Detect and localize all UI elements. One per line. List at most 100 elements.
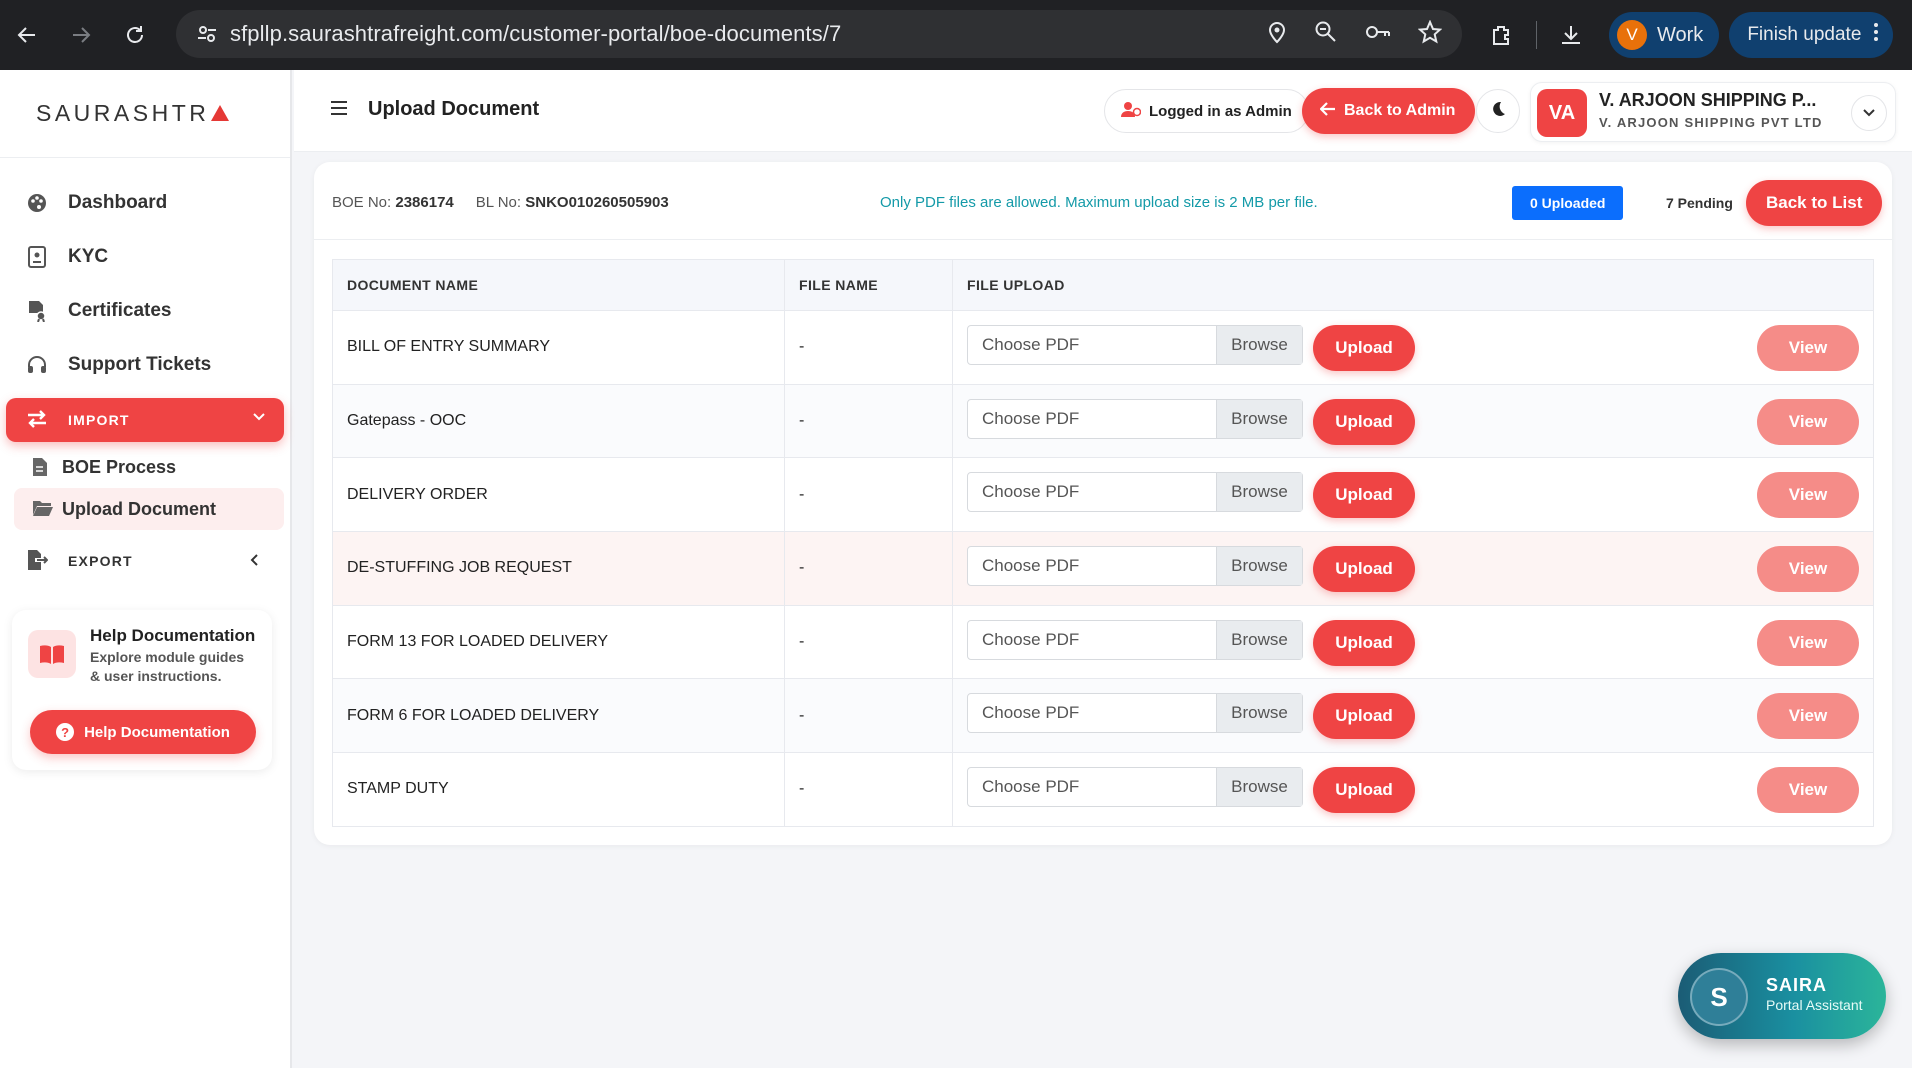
forward-arrow-icon[interactable] — [54, 0, 108, 70]
chevron-left-icon — [248, 553, 262, 570]
file-name-cell: - — [784, 457, 953, 533]
user-name: V. ARJOON SHIPPING P... — [1599, 90, 1817, 110]
help-card: Help Documentation Explore module guides… — [12, 610, 272, 770]
browse-button[interactable]: Browse — [1216, 399, 1302, 438]
view-button[interactable]: View — [1757, 398, 1859, 445]
sidebar-item-export[interactable]: EXPORT — [0, 534, 290, 588]
file-input[interactable]: Choose PDF Browse — [967, 619, 1303, 660]
documents-table: DOCUMENT NAME FILE NAME FILE UPLOAD BILL… — [332, 259, 1874, 827]
user-menu[interactable]: VA V. ARJOON SHIPPING P... V. ARJOON SHI… — [1530, 82, 1896, 142]
finish-update-button[interactable]: Finish update — [1729, 12, 1894, 58]
table-row: FORM 6 FOR LOADED DELIVERY - Choose PDF Bro… — [332, 678, 1874, 754]
file-input[interactable]: Choose PDF Browse — [967, 693, 1303, 734]
hamburger-menu-icon[interactable] — [330, 100, 348, 121]
back-arrow-icon[interactable] — [0, 0, 54, 70]
download-icon[interactable] — [1543, 0, 1599, 70]
exchange-arrows-icon — [26, 409, 48, 432]
key-icon[interactable] — [1364, 20, 1392, 49]
file-input-placeholder[interactable]: Choose PDF — [968, 473, 1216, 511]
folder-open-icon — [32, 499, 54, 522]
upload-button[interactable]: Upload — [1313, 398, 1415, 445]
bl-label: BL No: — [475, 194, 522, 211]
url-text[interactable]: sfpllp.saurashtrafreight.com/customer-po… — [230, 21, 841, 47]
upload-button[interactable]: Upload — [1313, 767, 1415, 814]
column-header-file-name: FILE NAME — [784, 259, 953, 311]
upload-button[interactable]: Upload — [1313, 472, 1415, 519]
browse-button[interactable]: Browse — [1216, 620, 1302, 659]
brand-logo[interactable]: SAURASHTR — [0, 70, 290, 158]
file-upload-cell: Choose PDF Browse Upload View — [952, 383, 1874, 459]
file-input[interactable]: Choose PDF Browse — [967, 325, 1303, 365]
upload-notice: Only PDF files are allowed. Maximum uplo… — [880, 194, 1318, 211]
view-button[interactable]: View — [1757, 767, 1859, 814]
profile-button[interactable]: V Work — [1609, 12, 1720, 58]
file-input[interactable]: Choose PDF Browse — [967, 472, 1303, 513]
table-row: DELIVERY ORDER - Choose PDF Browse Upload Vie… — [332, 457, 1874, 533]
browse-button[interactable]: Browse — [1216, 326, 1302, 364]
sidebar-item-certificates[interactable]: Certificates — [0, 284, 290, 338]
back-to-admin-button[interactable]: Back to Admin — [1302, 88, 1476, 134]
file-input-placeholder[interactable]: Choose PDF — [968, 547, 1216, 585]
file-input[interactable]: Choose PDF Browse — [967, 546, 1303, 587]
browser-toolbar: sfpllp.saurashtrafreight.com/customer-po… — [0, 0, 1912, 70]
sidebar-item-support-tickets[interactable]: Support Tickets — [0, 338, 290, 392]
view-button[interactable]: View — [1757, 619, 1859, 666]
logo-text: SAURASHTR — [36, 100, 210, 126]
site-info-icon[interactable] — [184, 23, 230, 45]
sidebar-item-upload-document[interactable]: Upload Document — [14, 488, 284, 530]
star-icon[interactable] — [1417, 18, 1443, 49]
browse-button[interactable]: Browse — [1216, 547, 1302, 586]
file-name-cell: - — [784, 752, 953, 827]
headset-icon — [26, 354, 48, 376]
sidebar-item-kyc[interactable]: KYC — [0, 230, 290, 284]
back-to-admin-label: Back to Admin — [1344, 102, 1456, 119]
table-row: STAMP DUTY - Choose PDF Browse Upload View — [332, 752, 1874, 827]
boe-value: 2386174 — [395, 194, 454, 211]
theme-toggle-button[interactable] — [1476, 89, 1520, 133]
file-input-placeholder[interactable]: Choose PDF — [968, 621, 1216, 659]
upload-button[interactable]: Upload — [1313, 325, 1415, 371]
file-input-placeholder[interactable]: Choose PDF — [968, 694, 1216, 732]
upload-button[interactable]: Upload — [1313, 619, 1415, 666]
file-input[interactable]: Choose PDF Browse — [967, 767, 1303, 808]
portal-assistant-button[interactable]: S SAIRA Portal Assistant — [1678, 953, 1886, 1039]
browse-button[interactable]: Browse — [1216, 473, 1302, 512]
view-button[interactable]: View — [1757, 546, 1859, 593]
import-label: IMPORT — [68, 412, 130, 428]
sidebar-sub-label: Upload Document — [62, 498, 217, 519]
table-header-row: DOCUMENT NAME FILE NAME FILE UPLOAD — [332, 259, 1874, 311]
document-name-cell: DE-STUFFING JOB REQUEST — [332, 531, 785, 606]
help-documentation-button[interactable]: ? Help Documentation — [30, 710, 256, 754]
boe-number: BOE No: 2386174 — [332, 194, 454, 211]
view-button[interactable]: View — [1757, 693, 1859, 740]
reload-icon[interactable] — [108, 0, 162, 70]
extensions-icon[interactable] — [1474, 0, 1530, 70]
sidebar-item-dashboard[interactable]: Dashboard — [0, 176, 290, 230]
zoom-icon[interactable] — [1314, 20, 1338, 49]
file-input-placeholder[interactable]: Choose PDF — [968, 768, 1216, 806]
browse-button[interactable]: Browse — [1216, 768, 1302, 807]
bl-value: SNKO010260505903 — [525, 194, 669, 211]
file-input[interactable]: Choose PDF Browse — [967, 398, 1303, 439]
file-input-placeholder[interactable]: Choose PDF — [968, 400, 1216, 438]
location-icon[interactable] — [1266, 20, 1288, 49]
upload-button[interactable]: Upload — [1313, 693, 1415, 740]
sidebar-item-import[interactable]: IMPORT — [6, 398, 284, 442]
address-bar[interactable]: sfpllp.saurashtrafreight.com/customer-po… — [176, 10, 1462, 58]
sidebar-item-boe-process[interactable]: BOE Process — [0, 446, 290, 488]
chevron-down-icon[interactable] — [1851, 95, 1887, 131]
arrow-left-icon — [1319, 101, 1336, 121]
upload-button[interactable]: Upload — [1313, 546, 1415, 593]
documents-card: BOE No: 2386174 BL No: SNKO010260505903 … — [314, 162, 1892, 845]
sidebar-menu: Dashboard KYC Certificates Support Ticke… — [0, 158, 290, 588]
browse-button[interactable]: Browse — [1216, 694, 1302, 733]
view-button[interactable]: View — [1757, 325, 1859, 371]
assistant-subtitle: Portal Assistant — [1766, 997, 1863, 1013]
sidebar-sub-label: BOE Process — [62, 456, 177, 477]
view-button[interactable]: View — [1757, 472, 1859, 519]
id-card-icon — [26, 246, 48, 268]
document-name-cell: DELIVERY ORDER — [332, 457, 785, 533]
file-input-placeholder[interactable]: Choose PDF — [968, 326, 1216, 364]
back-to-list-button[interactable]: Back to List — [1746, 180, 1883, 226]
file-upload-cell: Choose PDF Browse Upload View — [952, 531, 1874, 606]
